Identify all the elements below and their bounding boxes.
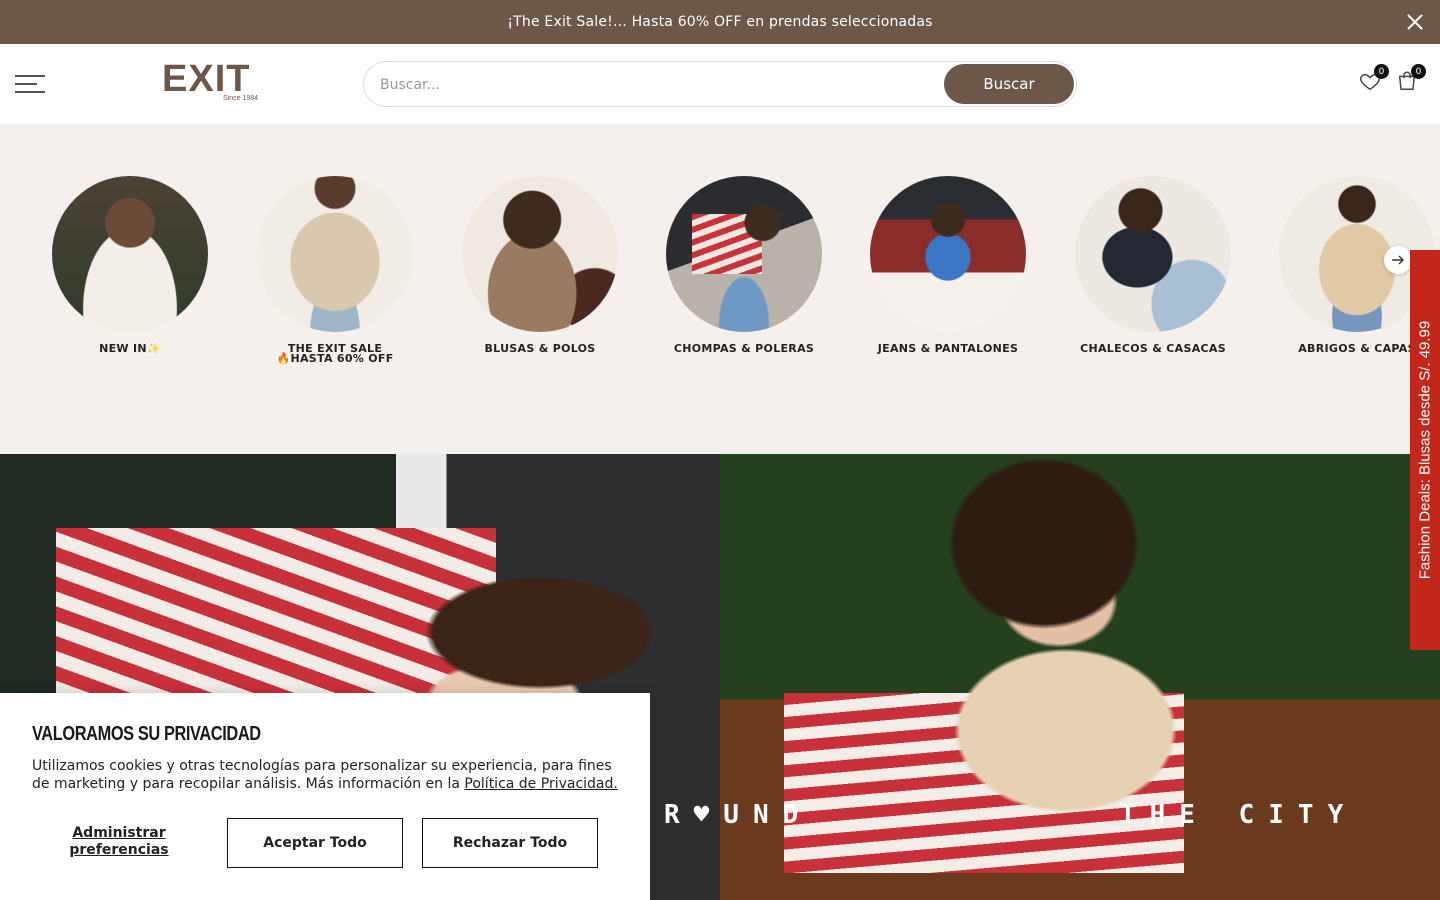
category-label: CHALECOS & CASACAS: [1080, 342, 1226, 355]
logo-text: EXIT: [162, 58, 251, 100]
cookie-banner: VALORAMOS SU PRIVACIDAD Utilizamos cooki…: [0, 693, 650, 900]
category-jeans[interactable]: JEANS & PANTALONES: [868, 176, 1028, 354]
category-new-in[interactable]: NEW IN✨: [50, 176, 210, 354]
cart-icon[interactable]: 0: [1396, 64, 1426, 96]
arrow-right-icon: [1392, 255, 1404, 265]
category-label: THE EXIT SALE 🔥HASTA 60% OFF: [276, 342, 394, 365]
wishlist-icon[interactable]: 0: [1359, 64, 1389, 96]
close-icon[interactable]: [1404, 11, 1426, 33]
hero-text-right: THE CITY: [1120, 800, 1358, 830]
cookie-text: Utilizamos cookies y otras tecnologías p…: [32, 758, 618, 792]
category-chompas[interactable]: CHOMPAS & POLERAS: [664, 176, 824, 354]
site-header: EXIT Since 1984 Buscar 0 0: [0, 44, 1440, 124]
accept-all-button[interactable]: Aceptar Todo: [227, 818, 403, 868]
reject-all-button[interactable]: Rechazar Todo: [422, 818, 598, 868]
category-blusas[interactable]: BLUSAS & POLOS: [460, 176, 620, 354]
blusas-photo: [462, 176, 618, 332]
announcement-text: ¡The Exit Sale!... Hasta 60% OFF en pren…: [507, 14, 933, 30]
fashion-deals-tab[interactable]: Fashion Deals: Blusas desde S/. 49.99: [1410, 250, 1440, 650]
category-carousel: NEW IN✨ THE EXIT SALE 🔥HASTA 60% OFF BLUS…: [0, 124, 1440, 454]
wishlist-count-badge: 0: [1374, 64, 1389, 79]
manage-preferences-link[interactable]: Administrar preferencias: [40, 825, 198, 859]
announcement-bar: ¡The Exit Sale!... Hasta 60% OFF en pren…: [0, 0, 1440, 44]
cart-count-badge: 0: [1411, 64, 1426, 79]
logo-since: Since 1984: [222, 95, 258, 102]
privacy-policy-link[interactable]: Política de Privacidad.: [464, 776, 617, 792]
category-label: NEW IN✨: [99, 342, 161, 355]
hero-right-photo: [720, 454, 1440, 900]
search-button[interactable]: Buscar: [944, 64, 1074, 104]
category-label: CHOMPAS & POLERAS: [673, 342, 815, 355]
chalecos-photo: [1075, 176, 1231, 332]
logo[interactable]: EXIT Since 1984: [162, 60, 260, 104]
cookie-title: VALORAMOS SU PRIVACIDAD: [32, 723, 261, 745]
category-label: BLUSAS & POLOS: [484, 342, 596, 355]
category-sale[interactable]: THE EXIT SALE 🔥HASTA 60% OFF: [255, 176, 415, 364]
search-bar: Buscar: [363, 61, 1077, 107]
menu-icon[interactable]: [15, 75, 45, 93]
category-label: JEANS & PANTALONES: [877, 342, 1019, 355]
fashion-deals-text: Fashion Deals: Blusas desde S/. 49.99: [1416, 320, 1434, 580]
carousel-next-button[interactable]: [1384, 246, 1412, 274]
sale-photo: [257, 176, 413, 332]
jeans-photo: [870, 176, 1026, 332]
hero-text-left: R♥UND: [664, 800, 813, 830]
chompas-photo: [666, 176, 822, 332]
category-chalecos[interactable]: CHALECOS & CASACAS: [1073, 176, 1233, 354]
search-input[interactable]: [380, 74, 940, 96]
new-in-photo: [52, 176, 208, 332]
